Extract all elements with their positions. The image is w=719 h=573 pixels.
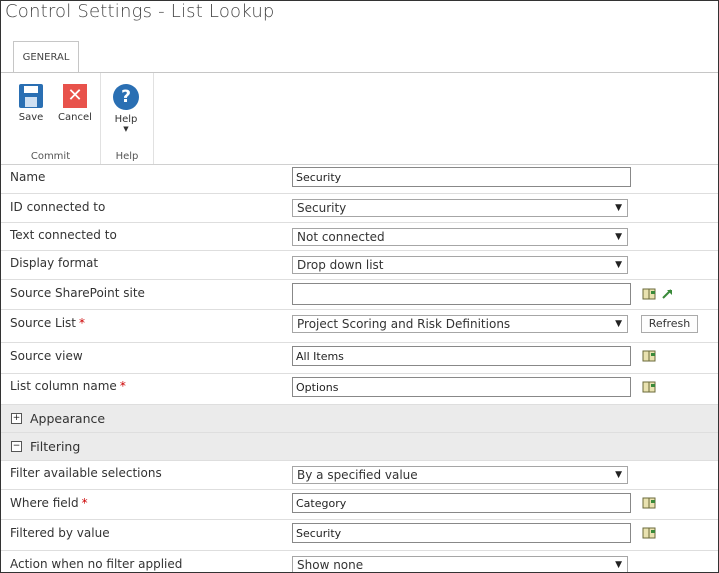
save-icon <box>19 84 43 108</box>
source-list-label: Source List * <box>10 316 85 330</box>
source-list-label-text: Source List <box>10 316 77 330</box>
open-link-icon[interactable] <box>661 288 675 300</box>
group-label-help: Help <box>115 151 139 162</box>
action-no-filter-value: Show none <box>297 558 364 572</box>
address-book-icon[interactable] <box>642 497 656 509</box>
close-icon: ✕ <box>63 84 87 108</box>
text-connected-value: Not connected <box>297 230 385 244</box>
source-site-input[interactable] <box>292 283 631 305</box>
row-filter-selections: Filter available selections By a specifi… <box>1 461 718 490</box>
where-field-label-text: Where field <box>10 496 79 510</box>
dropdown-arrow-icon: ▼ <box>615 232 622 242</box>
dialog-window: Control Settings - List Lookup GENERAL S… <box>0 0 719 573</box>
display-format-value: Drop down list <box>297 258 384 272</box>
filter-selections-value: By a specified value <box>297 468 418 482</box>
row-action-no-filter: Action when no filter applied Show none … <box>1 551 718 572</box>
help-button[interactable]: ? Help ▼ <box>106 73 146 133</box>
row-id-connected: ID connected to Security ▼ <box>1 194 718 223</box>
save-button[interactable]: Save <box>11 73 51 123</box>
where-field-label: Where field * <box>10 496 88 510</box>
list-column-label: List column name * <box>10 379 126 393</box>
help-icon: ? <box>113 84 139 110</box>
group-label-commit: Commit <box>30 151 71 162</box>
action-no-filter-label: Action when no filter applied <box>10 557 183 571</box>
ribbon-group-help: ? Help ▼ Help <box>101 73 154 164</box>
source-view-input[interactable]: All Items <box>292 346 631 366</box>
ribbon: Save ✕ Cancel Commit ? Help ▼ Help <box>1 72 718 165</box>
source-list-select[interactable]: Project Scoring and Risk Definitions ▼ <box>292 315 628 333</box>
action-no-filter-select[interactable]: Show none ▼ <box>292 556 628 572</box>
filtered-by-input[interactable]: Security <box>292 523 631 543</box>
cancel-label: Cancel <box>58 112 92 123</box>
filter-selections-label: Filter available selections <box>10 466 162 480</box>
row-source-site: Source SharePoint site <box>1 280 718 310</box>
name-label: Name <box>10 170 46 184</box>
row-list-column: List column name * Options <box>1 374 718 405</box>
collapse-icon[interactable]: − <box>11 441 22 452</box>
list-column-input[interactable]: Options <box>292 377 631 397</box>
cancel-button[interactable]: ✕ Cancel <box>55 73 95 123</box>
text-connected-select[interactable]: Not connected ▼ <box>292 228 628 246</box>
address-book-icon[interactable] <box>642 527 656 539</box>
filter-selections-select[interactable]: By a specified value ▼ <box>292 466 628 484</box>
row-source-view: Source view All Items <box>1 343 718 374</box>
dropdown-arrow-icon: ▼ <box>615 470 622 480</box>
display-format-label: Display format <box>10 256 99 270</box>
row-filtered-by: Filtered by value Security <box>1 520 718 551</box>
source-view-label: Source view <box>10 349 83 363</box>
list-column-label-text: List column name <box>10 379 117 393</box>
id-connected-value: Security <box>297 201 347 215</box>
dropdown-arrow-icon: ▼ <box>615 560 622 570</box>
section-appearance-title: Appearance <box>30 411 106 426</box>
chevron-down-icon: ▼ <box>123 125 129 133</box>
dropdown-arrow-icon: ▼ <box>615 260 622 270</box>
row-source-list: Source List * Project Scoring and Risk De… <box>1 310 718 343</box>
dropdown-arrow-icon: ▼ <box>615 203 622 213</box>
display-format-select[interactable]: Drop down list ▼ <box>292 256 628 274</box>
id-connected-label: ID connected to <box>10 200 106 214</box>
required-marker: * <box>79 316 86 330</box>
where-field-input[interactable]: Category <box>292 493 631 513</box>
refresh-button[interactable]: Refresh <box>641 315 698 333</box>
name-input[interactable]: Security <box>292 167 631 187</box>
section-filtering-title: Filtering <box>30 439 81 454</box>
address-book-icon[interactable] <box>642 381 656 393</box>
filtered-by-label: Filtered by value <box>10 526 110 540</box>
dialog-title: Control Settings - List Lookup <box>5 1 275 22</box>
save-label: Save <box>18 112 44 123</box>
address-book-icon[interactable] <box>642 288 656 300</box>
row-display-format: Display format Drop down list ▼ <box>1 251 718 280</box>
section-filtering[interactable]: − Filtering <box>1 433 718 461</box>
row-name: Name Security <box>1 164 718 194</box>
source-list-value: Project Scoring and Risk Definitions <box>297 317 511 331</box>
required-marker: * <box>81 496 88 510</box>
ribbon-group-commit: Save ✕ Cancel Commit <box>1 73 101 164</box>
dropdown-arrow-icon: ▼ <box>615 319 622 329</box>
source-site-label: Source SharePoint site <box>10 286 145 300</box>
settings-form: Name Security ID connected to Security ▼… <box>1 164 718 572</box>
help-label: Help <box>114 114 138 125</box>
expand-icon[interactable]: + <box>11 413 22 424</box>
row-where-field: Where field * Category <box>1 490 718 520</box>
required-marker: * <box>119 379 126 393</box>
text-connected-label: Text connected to <box>10 228 117 242</box>
id-connected-select[interactable]: Security ▼ <box>292 199 628 217</box>
section-appearance[interactable]: + Appearance <box>1 405 718 433</box>
tab-general[interactable]: GENERAL <box>13 41 79 73</box>
row-text-connected: Text connected to Not connected ▼ <box>1 223 718 251</box>
address-book-icon[interactable] <box>642 350 656 362</box>
